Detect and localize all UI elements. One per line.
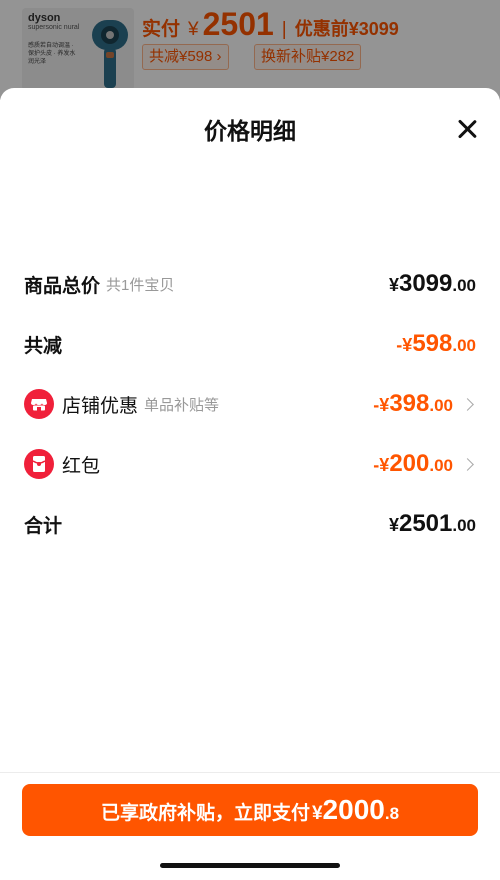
row-total-reduction: 共减 -¥ 598 .00 — [24, 324, 476, 364]
red-packet-amount: -¥ 200 .00 — [373, 450, 453, 478]
pay-button-text: 已享政府补贴，立即支付 — [100, 803, 310, 824]
grand-total-dec: .00 — [452, 516, 476, 535]
pay-button-yen: ¥ — [311, 803, 323, 824]
row-red-packet[interactable]: 红包 -¥ 200 .00 — [24, 444, 476, 484]
reduction-yen: -¥ — [396, 335, 413, 355]
shop-discount-amount: -¥ 398 .00 — [373, 390, 453, 418]
item-total-yen: ¥ — [388, 275, 399, 295]
grand-total-amount: ¥ 2501 .00 — [389, 510, 476, 538]
row-grand-total: 合计 ¥ 2501 .00 — [24, 504, 476, 544]
reduction-int: 598 — [412, 330, 453, 357]
bottom-divider — [0, 772, 500, 773]
red-packet-label: 红包 — [62, 455, 101, 477]
dim-overlay[interactable] — [0, 0, 500, 100]
shop-icon — [24, 389, 54, 419]
item-total-amount: ¥ 3099 .00 — [389, 270, 476, 298]
grand-total-label: 合计 — [24, 515, 63, 537]
pay-button-dec: .8 — [384, 804, 400, 823]
grand-total-yen: ¥ — [388, 515, 399, 535]
reduction-dec: .00 — [452, 336, 476, 355]
sheet-title: 价格明细 — [204, 118, 296, 144]
product-header: dyson supersonic nural 感质若自动调温 · 保护头皮 · … — [0, 0, 500, 100]
red-packet-int: 200 — [389, 450, 430, 477]
pay-button-int: 2000 — [322, 794, 385, 825]
close-icon[interactable] — [456, 118, 478, 140]
chevron-right-icon — [461, 397, 474, 411]
grand-total-int: 2501 — [398, 510, 453, 537]
item-total-int: 3099 — [398, 270, 453, 297]
red-packet-icon — [24, 449, 54, 479]
home-indicator[interactable] — [160, 863, 340, 868]
price-detail-sheet: 价格明细 商品总价 共1件宝贝 ¥ 3099 .00 共减 -¥ 598 .00… — [0, 88, 500, 880]
pay-now-button[interactable]: 已享政府补贴，立即支付 ¥ 2000 .8 — [22, 784, 478, 836]
row-shop-discount[interactable]: 店铺优惠 单品补贴等 -¥ 398 .00 — [24, 384, 476, 424]
item-total-dec: .00 — [452, 276, 476, 295]
red-packet-dec: .00 — [429, 456, 453, 475]
item-total-label: 商品总价 — [24, 275, 101, 297]
shop-discount-sub: 单品补贴等 — [144, 396, 220, 414]
shop-discount-int: 398 — [389, 390, 430, 417]
chevron-right-icon — [461, 457, 474, 471]
reduction-label: 共减 — [24, 335, 63, 357]
shop-discount-yen: -¥ — [373, 395, 390, 415]
reduction-amount: -¥ 598 .00 — [396, 330, 476, 358]
shop-discount-label: 店铺优惠 — [62, 395, 139, 417]
red-packet-yen: -¥ — [373, 455, 390, 475]
shop-discount-dec: .00 — [429, 396, 453, 415]
row-item-total: 商品总价 共1件宝贝 ¥ 3099 .00 — [24, 264, 476, 304]
item-count-text: 共1件宝贝 — [106, 276, 175, 294]
